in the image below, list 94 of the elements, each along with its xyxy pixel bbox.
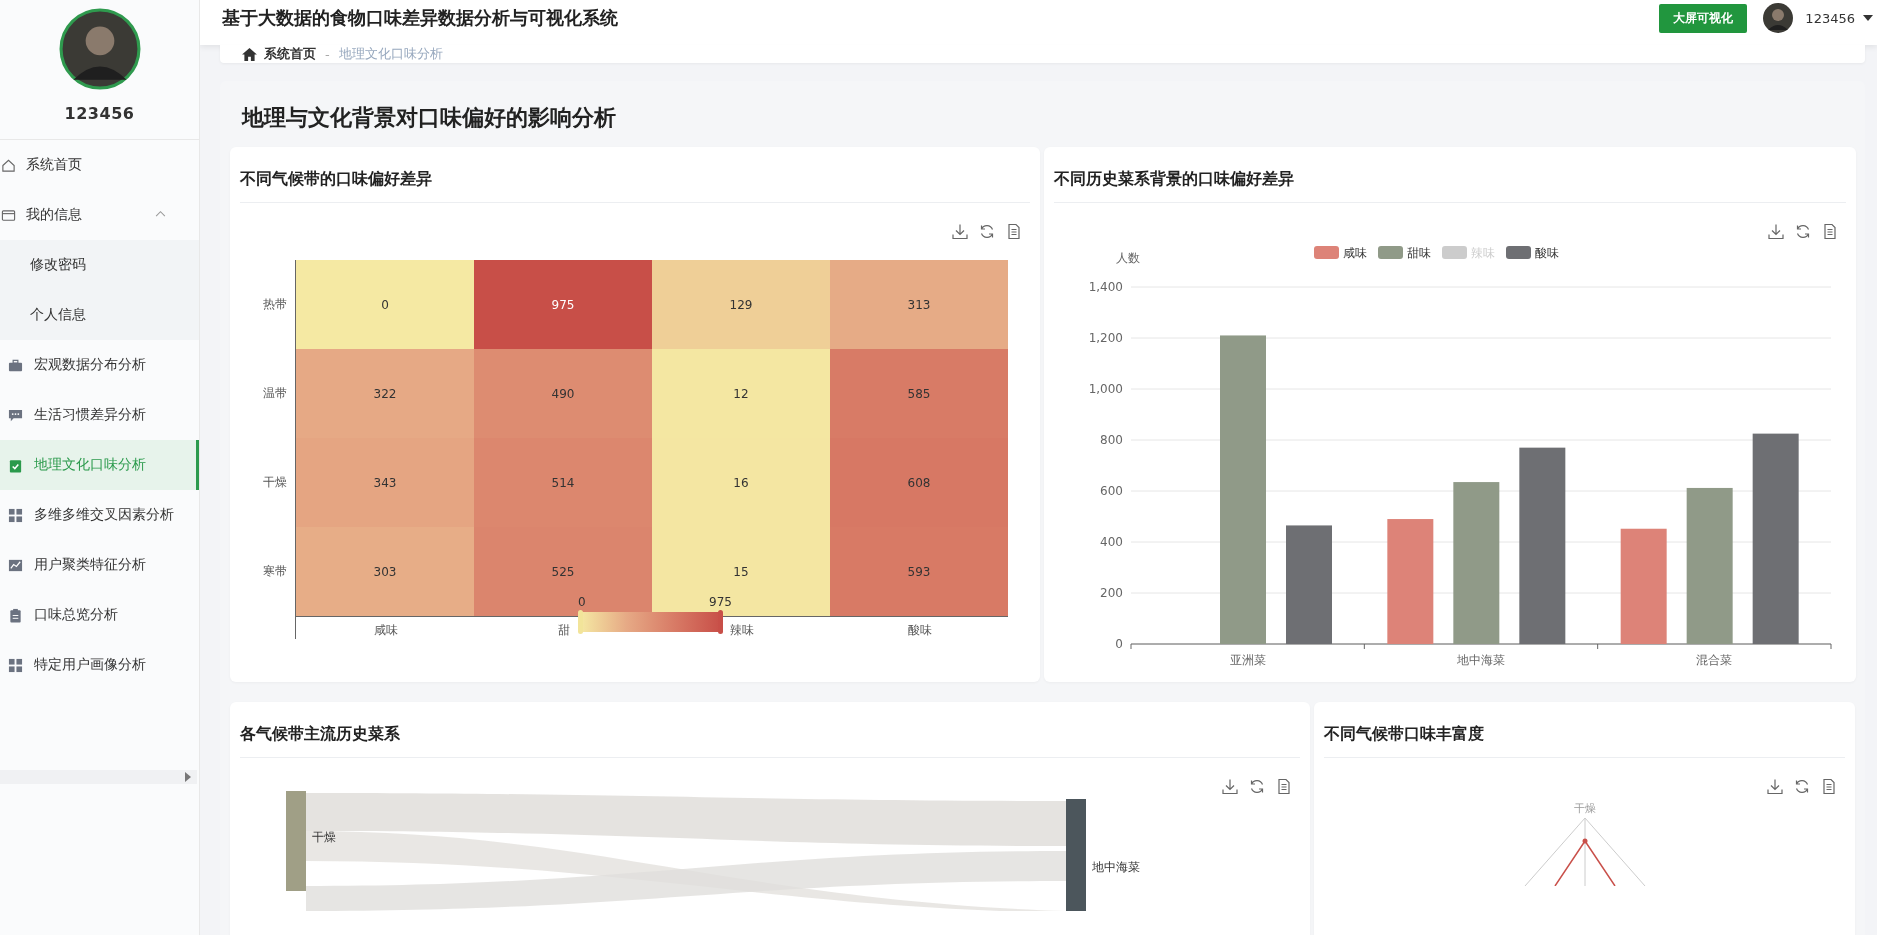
card-title: 不同气候带口味丰富度: [1324, 702, 1845, 758]
refresh-icon[interactable]: [1794, 778, 1810, 795]
breadcrumb-separator: -: [325, 46, 330, 62]
breadcrumb-current: 地理文化口味分析: [338, 45, 443, 63]
document-icon[interactable]: [1276, 778, 1292, 795]
document-icon[interactable]: [1822, 223, 1838, 240]
menu-icon: [8, 657, 23, 673]
home-icon: [242, 47, 257, 61]
document-icon[interactable]: [1821, 778, 1837, 795]
menu-item[interactable]: 宏观数据分布分析: [0, 340, 199, 390]
document-icon[interactable]: [1006, 223, 1022, 240]
menu-icon: [8, 407, 23, 423]
heatmap-cell: 129: [652, 260, 830, 349]
axis-label: 辣味: [729, 622, 754, 639]
menu-item[interactable]: 系统首页: [0, 140, 199, 190]
node-label: 干燥: [312, 830, 336, 844]
avatar[interactable]: [1763, 3, 1794, 33]
app-title: 基于大数据的食物口味差异数据分析与可视化系统: [222, 6, 618, 30]
card-title: 不同气候带的口味偏好差异: [240, 147, 1030, 203]
heatmap-cell: 975: [474, 260, 652, 349]
download-icon[interactable]: [952, 223, 968, 240]
page-title: 地理与文化背景对口味偏好的影响分析: [242, 104, 617, 132]
tick-label: 1,400: [1088, 280, 1123, 294]
axis-title: 人数: [1116, 251, 1140, 265]
big-screen-button[interactable]: 大屏可视化: [1659, 3, 1748, 33]
menu-icon: [8, 507, 23, 523]
menu-icon: [8, 457, 23, 473]
submenu-item[interactable]: 修改密码: [0, 240, 199, 290]
heatmap-cell: 12: [652, 349, 830, 438]
heatmap-cell: 343: [296, 438, 474, 527]
legend-label: 甜味: [1407, 246, 1431, 260]
axis-label: 甜: [557, 622, 570, 639]
axis-label: 干燥: [263, 474, 287, 491]
tick-label: 200: [1100, 586, 1123, 600]
range-max-label: 975: [709, 595, 732, 609]
category-label: 亚洲菜: [1229, 653, 1266, 667]
axis-label: 寒带: [263, 563, 287, 580]
sidebar-username: 123456: [64, 104, 135, 123]
submenu-item[interactable]: 个人信息: [0, 290, 199, 340]
download-icon[interactable]: [1768, 223, 1784, 240]
scroll-right-icon[interactable]: [185, 772, 191, 782]
heatmap-cell: 322: [296, 349, 474, 438]
menu-item[interactable]: 生活习惯差异分析: [0, 390, 199, 440]
legend-item[interactable]: 酸味: [1506, 246, 1559, 260]
menu-item[interactable]: 用户聚类特征分析: [0, 540, 199, 590]
legend-item[interactable]: 咸味: [1314, 246, 1367, 260]
tick-label: 800: [1100, 433, 1123, 447]
legend-label: 咸味: [1343, 246, 1367, 260]
breadcrumb-link[interactable]: 系统首页: [264, 45, 316, 63]
refresh-icon[interactable]: [979, 223, 995, 240]
tick-label: 1,000: [1088, 382, 1123, 396]
download-icon[interactable]: [1222, 778, 1238, 795]
horizontal-scrollbar[interactable]: [0, 770, 197, 784]
axis-label: 干燥: [1573, 801, 1596, 816]
username[interactable]: 123456: [1805, 10, 1855, 26]
menu-item[interactable]: 口味总览分析: [0, 590, 199, 640]
heatmap-cell: 303: [296, 527, 474, 616]
heatmap-cell: 608: [830, 438, 1008, 527]
menu-icon: [8, 607, 23, 623]
heatmap-cell: 593: [830, 527, 1008, 616]
caret-icon[interactable]: [1863, 15, 1873, 21]
category-label: 混合菜: [1696, 653, 1733, 667]
legend-item[interactable]: 甜味: [1378, 246, 1431, 260]
heatmap-cell: 490: [474, 349, 652, 438]
menu-icon: [1, 157, 16, 173]
refresh-icon[interactable]: [1249, 778, 1265, 795]
tick-label: 1,200: [1088, 331, 1123, 345]
legend-label: 酸味: [1535, 246, 1559, 260]
menu-item[interactable]: 多维多维交叉因素分析: [0, 490, 199, 540]
download-icon[interactable]: [1767, 778, 1783, 795]
refresh-icon[interactable]: [1795, 223, 1811, 240]
axis-label: 热带: [263, 296, 287, 313]
card-title: 各气候带主流历史菜系: [240, 702, 1300, 758]
axis-label: 咸味: [373, 622, 398, 639]
menu-icon: [8, 357, 23, 373]
axis-label: 酸味: [907, 622, 932, 639]
heatmap-cell: 514: [474, 438, 652, 527]
range-min-label: 0: [578, 595, 586, 609]
heatmap-cell: 16: [652, 438, 830, 527]
menu-icon: [1, 207, 16, 223]
card-title: 不同历史菜系背景的口味偏好差异: [1054, 147, 1846, 203]
tick-label: 0: [1115, 637, 1123, 651]
axis-label: 温带: [263, 385, 287, 402]
menu-item[interactable]: 特定用户画像分析: [0, 640, 199, 690]
category-label: 地中海菜: [1457, 653, 1505, 667]
menu-icon: [8, 557, 23, 573]
menu-item[interactable]: 我的信息: [0, 190, 199, 240]
heatmap-cell: 0: [296, 260, 474, 349]
node-label: 地中海菜: [1092, 860, 1140, 874]
heatmap-cell: 585: [830, 349, 1008, 438]
heatmap-cell: 313: [830, 260, 1008, 349]
color-range-slider[interactable]: [580, 612, 721, 632]
tick-label: 600: [1100, 484, 1123, 498]
tick-label: 400: [1100, 535, 1123, 549]
